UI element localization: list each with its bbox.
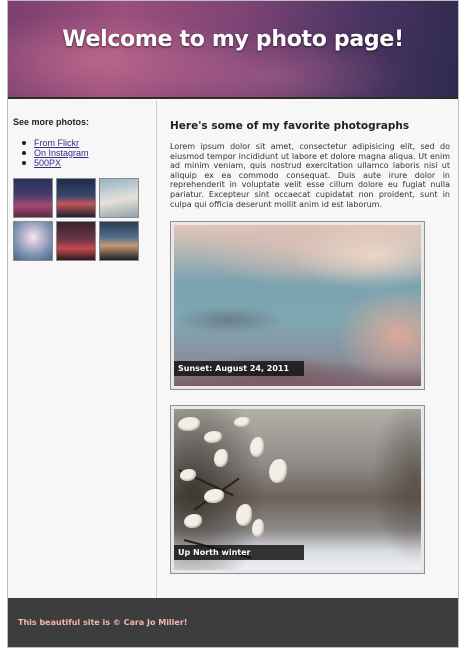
sidebar-heading: See more photos: [13,117,90,127]
photo-caption: Sunset: August 24, 2011 [174,361,304,376]
link-500px[interactable]: 500PX [34,158,61,168]
leaf-shape [252,519,264,537]
leaf-shape [214,449,228,467]
photo-thumbnail[interactable] [99,178,139,218]
sidebar-link-item: From Flickr [19,138,89,148]
link-flickr[interactable]: From Flickr [34,138,79,148]
sidebar: See more photos: From Flickr On Instagra… [8,101,157,598]
photo-thumbnail[interactable] [13,221,53,261]
photo-card: Up North winter [170,405,425,574]
leaf-shape [180,469,196,481]
page-title: Welcome to my photo page! [62,27,404,52]
photo-thumbnail[interactable] [56,178,96,218]
page-frame: Welcome to my photo page! See more photo… [7,0,459,648]
leaf-shape [204,431,222,443]
leaf-shape [184,514,202,528]
bullet-icon [22,161,26,165]
photo-thumbnail[interactable] [13,178,53,218]
intro-paragraph: Lorem ipsum dolor sit amet, consectetur … [170,142,450,209]
winter-photo[interactable]: Up North winter [174,409,421,570]
header-banner: Welcome to my photo page! [8,1,458,99]
leaf-shape [234,417,250,427]
photo-caption: Up North winter [174,545,304,560]
leaf-shape [236,504,252,526]
bullet-icon [22,141,26,145]
sidebar-link-item: On Instagram [19,148,89,158]
sunset-photo[interactable]: Sunset: August 24, 2011 [174,225,421,386]
photo-thumbnail[interactable] [99,221,139,261]
bullet-icon [22,151,26,155]
leaf-shape [250,437,264,457]
link-instagram[interactable]: On Instagram [34,148,89,158]
leaf-shape [178,417,200,431]
sidebar-link-item: 500PX [19,158,89,168]
leaf-shape [204,489,224,503]
photo-thumbnail[interactable] [56,221,96,261]
photo-card: Sunset: August 24, 2011 [170,221,425,390]
leaf-shape [269,459,287,483]
main-heading: Here's some of my favorite photographs [170,120,410,132]
sidebar-links: From Flickr On Instagram 500PX [19,138,89,168]
footer: This beautiful site is © Cara Jo Miller! [8,598,458,647]
main-content: Here's some of my favorite photographs L… [158,101,458,598]
footer-text: This beautiful site is © Cara Jo Miller! [18,618,188,627]
